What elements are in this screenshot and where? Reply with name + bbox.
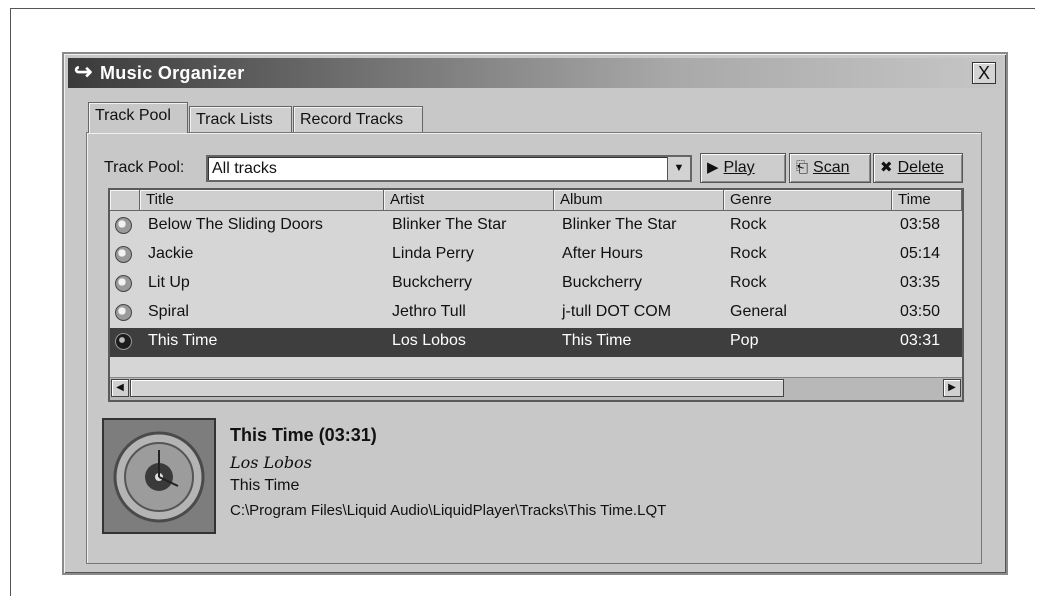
cell-album: This Time <box>562 332 632 349</box>
cell-genre: Pop <box>730 332 759 349</box>
play-icon: ▶ <box>707 159 719 176</box>
selected-track-album: This Time <box>230 477 300 494</box>
column-header-album[interactable]: Album <box>554 190 724 211</box>
cell-album: Buckcherry <box>562 274 643 291</box>
cell-genre: Rock <box>730 245 767 262</box>
close-button[interactable]: X <box>972 62 996 84</box>
table-row[interactable]: Below The Sliding Doors Blinker The Star… <box>110 212 962 241</box>
selected-track-path: C:\Program Files\Liquid Audio\LiquidPlay… <box>230 502 667 519</box>
column-header-time[interactable]: Time <box>892 190 962 211</box>
track-pool-dropdown[interactable]: All tracks ▼ <box>206 155 692 182</box>
cell-time: 03:50 <box>900 303 941 320</box>
cell-genre: General <box>730 303 787 320</box>
music-organizer-window: ↪ Music Organizer X Track Pool Track Lis… <box>62 52 1008 575</box>
cell-time: 05:14 <box>900 245 941 262</box>
cell-time: 03:35 <box>900 274 941 291</box>
delete-icon: ✖ <box>880 159 893 176</box>
table-row[interactable]: Lit Up Buckcherry Buckcherry Rock 03:35 <box>110 270 962 299</box>
track-pool-value: All tracks <box>212 160 277 177</box>
column-header-genre[interactable]: Genre <box>724 190 892 211</box>
table-row[interactable]: Jackie Linda Perry After Hours Rock 05:1… <box>110 241 962 270</box>
scan-icon: ⎗ <box>796 159 809 176</box>
chevron-down-icon[interactable]: ▼ <box>667 157 690 180</box>
scrollbar-thumb[interactable] <box>130 379 784 397</box>
cell-title: Below The Sliding Doors <box>148 216 323 233</box>
table-header: Title Artist Album Genre Time <box>110 190 962 211</box>
album-cover-image <box>104 420 214 532</box>
cell-title: Jackie <box>148 245 194 262</box>
track-pool-label: Track Pool: <box>104 159 185 176</box>
cell-time: 03:58 <box>900 216 941 233</box>
tab-track-lists[interactable]: Track Lists <box>189 106 292 132</box>
cd-icon <box>115 304 132 321</box>
selected-track-title: This Time (03:31) <box>230 425 377 445</box>
cd-icon <box>115 246 132 263</box>
tab-track-pool[interactable]: Track Pool <box>88 102 188 133</box>
cd-icon <box>115 275 132 292</box>
title-bar[interactable]: ↪ Music Organizer X <box>68 58 1002 88</box>
cd-icon <box>115 333 132 350</box>
cell-title: Lit Up <box>148 274 190 291</box>
play-button-label: Play <box>723 159 755 176</box>
table-row[interactable]: Spiral Jethro Tull j-tull DOT COM Genera… <box>110 299 962 328</box>
cell-album: Blinker The Star <box>562 216 677 233</box>
cell-album: j-tull DOT COM <box>562 303 672 320</box>
table-row-selected[interactable]: This Time Los Lobos This Time Pop 03:31 <box>110 328 962 357</box>
scroll-right-icon[interactable]: ▶ <box>943 379 961 397</box>
cell-album: After Hours <box>562 245 643 262</box>
cell-time: 03:31 <box>900 332 941 349</box>
column-header-title[interactable]: Title <box>140 190 384 211</box>
app-icon: ↪ <box>74 59 93 84</box>
album-art <box>102 418 216 534</box>
cell-title: This Time <box>148 332 218 349</box>
cell-artist: Blinker The Star <box>392 216 507 233</box>
cd-icon <box>115 217 132 234</box>
cell-artist: Linda Perry <box>392 245 474 262</box>
column-header-artist[interactable]: Artist <box>384 190 554 211</box>
selected-track-artist: Los Lobos <box>230 453 312 472</box>
scroll-left-icon[interactable]: ◀ <box>111 379 129 397</box>
tab-record-tracks[interactable]: Record Tracks <box>293 106 423 132</box>
horizontal-scrollbar[interactable]: ◀ ▶ <box>110 377 962 400</box>
scan-button[interactable]: ⎗ Scan <box>789 153 871 183</box>
delete-button[interactable]: ✖ Delete <box>873 153 963 183</box>
cell-artist: Los Lobos <box>392 332 466 349</box>
column-header-icon[interactable] <box>110 190 140 211</box>
window-title: Music Organizer <box>100 63 245 83</box>
cell-artist: Buckcherry <box>392 274 473 291</box>
cell-genre: Rock <box>730 216 767 233</box>
cell-genre: Rock <box>730 274 767 291</box>
cell-title: Spiral <box>148 303 189 320</box>
track-list[interactable]: Title Artist Album Genre Time Below The … <box>108 188 964 402</box>
delete-button-label: Delete <box>897 159 944 176</box>
play-button[interactable]: ▶ Play <box>700 153 786 183</box>
scan-button-label: Scan <box>813 159 850 176</box>
cell-artist: Jethro Tull <box>392 303 466 320</box>
